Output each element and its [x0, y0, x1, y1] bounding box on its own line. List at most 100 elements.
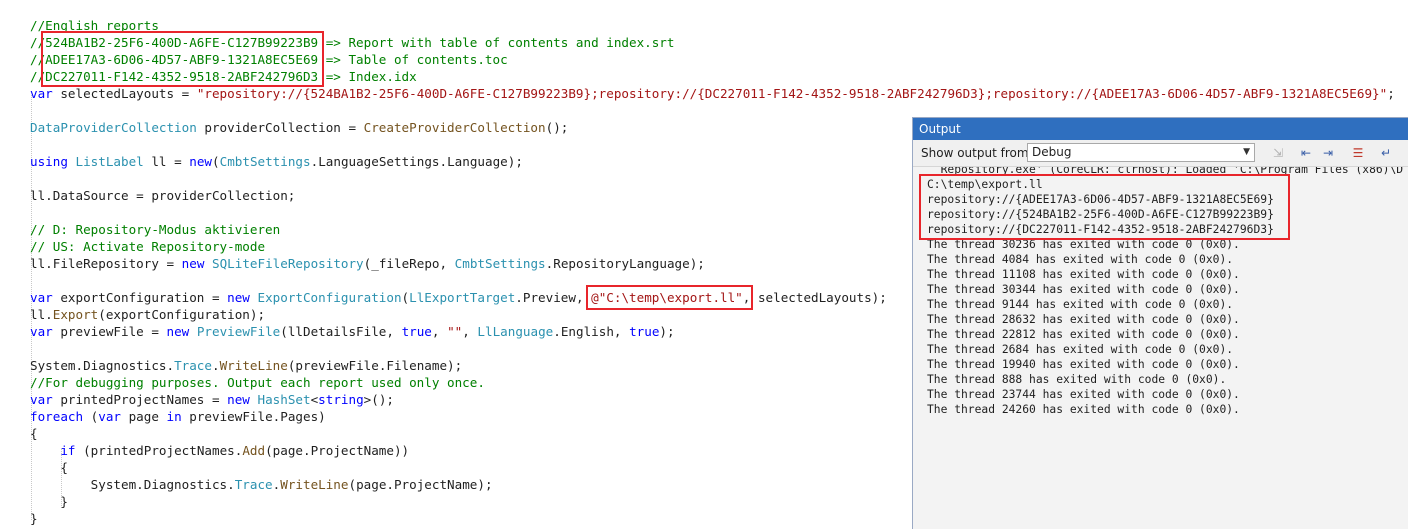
code-token: // D: Repository-Modus aktivieren	[30, 222, 281, 237]
code-token: ;	[1387, 86, 1395, 101]
code-token: in	[166, 409, 182, 424]
code-token: foreach	[30, 409, 84, 424]
code-token: .English,	[553, 324, 630, 339]
code-token: .RepositoryLanguage);	[545, 256, 705, 271]
code-token: ();	[545, 120, 569, 135]
code-token: );	[659, 324, 675, 339]
code-token: var	[30, 86, 53, 101]
goto-source-icon[interactable]: ⇲	[1269, 144, 1287, 162]
code-token: DataProviderCollection	[30, 120, 197, 135]
code-token: ll.	[30, 307, 53, 322]
code-token: ll =	[143, 154, 190, 169]
output-line: repository://{ADEE17A3-6D06-4D57-ABF9-13…	[927, 193, 1274, 206]
code-token: WriteLine	[280, 477, 349, 492]
code-token: true	[401, 324, 432, 339]
code-line: var previewFile = new PreviewFile(llDeta…	[30, 323, 675, 340]
output-line: C:\temp\export.ll	[927, 178, 1043, 191]
code-token: ExportConfiguration	[257, 290, 402, 305]
code-line: //ADEE17A3-6D06-4D57-ABF9-1321A8EC5E69 =…	[30, 51, 508, 68]
code-token: {	[30, 426, 38, 441]
output-line: The thread 30236 has exited with code 0 …	[927, 238, 1240, 251]
code-line: {	[30, 459, 68, 476]
code-line: {	[30, 425, 38, 442]
code-token: Trace	[234, 477, 273, 492]
code-token: previewFile =	[52, 324, 167, 339]
code-token: .	[211, 358, 220, 373]
code-line: System.Diagnostics.Trace.WriteLine(previ…	[30, 357, 462, 374]
clear-all-icon[interactable]: ☰	[1349, 144, 1367, 162]
output-text-area[interactable]: Repository.exe' (CoreCLR: clrhost): Load…	[913, 167, 1408, 529]
code-line: //524BA1B2-25F6-400D-A6FE-C127B99223B9 =…	[30, 34, 674, 51]
code-token: ,	[462, 324, 478, 339]
code-token: Export	[52, 307, 99, 322]
code-token: providerCollection =	[196, 120, 364, 135]
word-wrap-icon[interactable]: ↵	[1377, 144, 1395, 162]
code-token: (llDetailsFile,	[280, 324, 402, 339]
code-token: //ADEE17A3-6D06-4D57-ABF9-1321A8EC5E69 =…	[30, 52, 508, 67]
code-token: >();	[363, 392, 394, 407]
code-token: exportConfiguration =	[52, 290, 228, 305]
prev-message-icon[interactable]: ⇤	[1297, 144, 1315, 162]
code-token: true	[629, 324, 660, 339]
code-token: PreviewFile	[196, 324, 281, 339]
code-token: ll.FileRepository =	[30, 256, 182, 271]
code-line: //For debugging purposes. Output each re…	[30, 374, 485, 391]
code-token: //524BA1B2-25F6-400D-A6FE-C127B99223B9 =…	[30, 35, 675, 50]
output-toolbar: Show output from: Debug ▼ ⇲ ⇤ ⇥ ☰ ↵	[913, 140, 1408, 167]
output-line: The thread 4084 has exited with code 0 (…	[927, 253, 1234, 266]
code-token: CmbtSettings	[219, 154, 311, 169]
code-token: (previewFile.Filename);	[287, 358, 463, 373]
code-line: // US: Activate Repository-mode	[30, 238, 265, 255]
code-token: var	[30, 392, 53, 407]
code-token: (_fileRepo,	[363, 256, 455, 271]
code-token: (	[401, 290, 410, 305]
code-token: LlExportTarget	[409, 290, 516, 305]
code-line: DataProviderCollection providerCollectio…	[30, 119, 568, 136]
code-token: new	[181, 256, 205, 271]
code-token: (	[83, 409, 99, 424]
code-token: "repository://{524BA1B2-25F6-400D-A6FE-C…	[196, 86, 1388, 101]
code-line: // D: Repository-Modus aktivieren	[30, 221, 280, 238]
code-token: (page.ProjectName))	[265, 443, 410, 458]
code-line: //English reports	[30, 17, 159, 34]
output-title: Output	[913, 118, 1408, 140]
code-token: HashSet	[257, 392, 311, 407]
code-token: if	[60, 443, 76, 458]
code-token: }	[30, 511, 38, 526]
output-line: The thread 24260 has exited with code 0 …	[927, 403, 1240, 416]
output-line: The thread 22812 has exited with code 0 …	[927, 328, 1240, 341]
code-line: }	[30, 493, 68, 510]
code-line: var printedProjectNames = new HashSet<st…	[30, 391, 394, 408]
code-token: CmbtSettings	[454, 256, 546, 271]
output-line: repository://{DC227011-F142-4352-9518-2A…	[927, 223, 1274, 236]
code-token: System.Diagnostics.	[30, 358, 175, 373]
code-token: var	[30, 324, 53, 339]
code-token: var	[30, 290, 53, 305]
code-token: printedProjectNames =	[52, 392, 228, 407]
code-line: ll.FileRepository = new SQLiteFileReposi…	[30, 255, 705, 272]
code-line: var selectedLayouts = "repository://{524…	[30, 85, 1395, 102]
output-window[interactable]: Output Show output from: Debug ▼ ⇲ ⇤ ⇥ ☰…	[912, 117, 1408, 529]
code-token: new	[227, 392, 250, 407]
code-token: //English reports	[30, 18, 159, 33]
code-token: var	[98, 409, 121, 424]
code-token: (exportConfiguration);	[98, 307, 266, 322]
next-message-icon[interactable]: ⇥	[1319, 144, 1337, 162]
code-line: ll.DataSource = providerCollection;	[30, 187, 295, 204]
code-line: }	[30, 510, 38, 527]
code-token: Trace	[174, 358, 212, 373]
code-token: Add	[242, 443, 266, 458]
code-token: , selectedLayouts);	[742, 290, 887, 305]
code-token: selectedLayouts =	[52, 86, 197, 101]
code-token: ,	[431, 324, 448, 339]
output-source-select[interactable]: Debug ▼	[1027, 143, 1255, 162]
code-token: //DC227011-F142-4352-9518-2ABF242796D3 =…	[30, 69, 417, 84]
output-source-value: Debug	[1032, 145, 1072, 159]
output-line: Repository.exe' (CoreCLR: clrhost): Load…	[927, 167, 1404, 176]
output-line: The thread 30344 has exited with code 0 …	[927, 283, 1240, 296]
code-token: (	[212, 154, 220, 169]
code-token: ll.DataSource = providerCollection;	[30, 188, 296, 203]
code-line: //DC227011-F142-4352-9518-2ABF242796D3 =…	[30, 68, 417, 85]
